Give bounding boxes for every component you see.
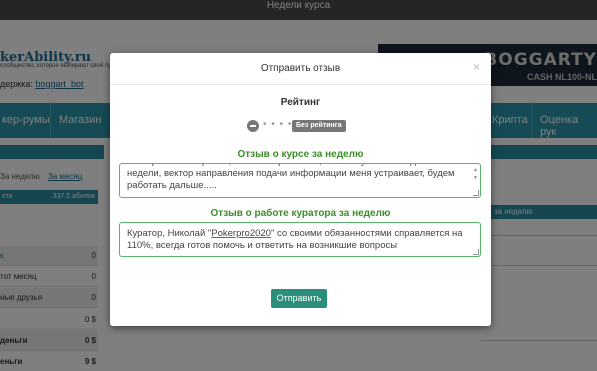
- modal-title: Отправить отзыв: [260, 63, 341, 74]
- curator-text-start: Куратор, Николай ": [127, 228, 212, 239]
- resize-handle-icon[interactable]: [473, 249, 479, 255]
- close-icon[interactable]: ×: [473, 60, 480, 74]
- feedback-modal: Отправить отзыв × Рейтинг • • • • • Без …: [110, 53, 491, 326]
- curator-review-label: Отзыв о работе куратора за неделю: [210, 208, 391, 219]
- course-review-label: Отзыв о курсе за неделю: [237, 149, 364, 160]
- clear-rating-icon[interactable]: [247, 120, 259, 132]
- resize-handle-icon[interactable]: [473, 190, 479, 196]
- scroll-arrows-icon[interactable]: ▲ ▼: [473, 166, 478, 182]
- course-review-text: повторения материала, но это скорее плюс…: [127, 164, 461, 191]
- rating-widget: • • • • • Без рейтинга: [247, 119, 357, 133]
- modal-header: Отправить отзыв ×: [110, 53, 491, 85]
- rating-caption-badge: Без рейтинга: [292, 120, 346, 132]
- rating-title: Рейтинг: [280, 97, 321, 108]
- curator-name: Pokerpro2020: [211, 228, 271, 239]
- submit-button[interactable]: Отправить: [271, 289, 327, 308]
- curator-review-textarea[interactable]: Куратор, Николай "Pokerpro2020" со своим…: [119, 222, 481, 257]
- course-review-textarea[interactable]: повторения материала, но это скорее плюс…: [119, 163, 481, 198]
